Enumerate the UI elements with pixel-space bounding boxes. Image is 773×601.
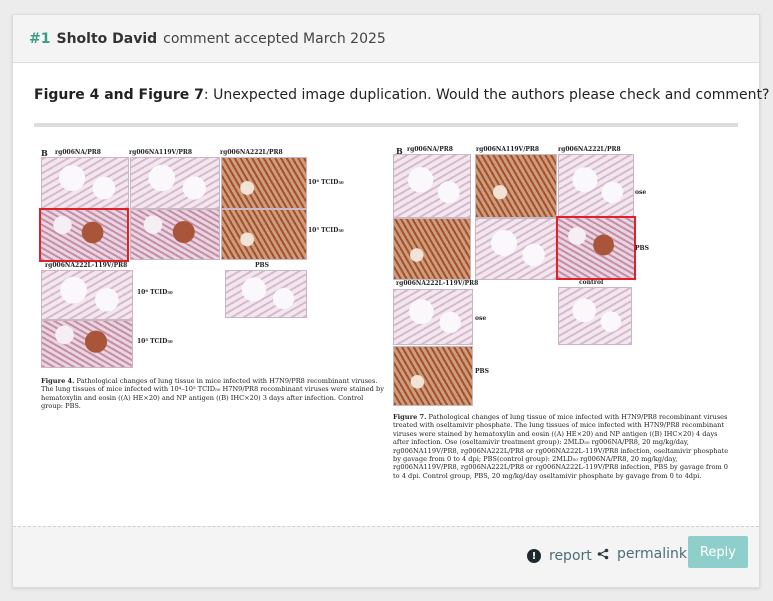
fig7-col-label-2: rg006NA119V/PR8 xyxy=(476,146,540,153)
share-icon xyxy=(597,548,609,560)
fig7-caption-text: Pathological changes of lung tissue of m… xyxy=(393,413,729,480)
fig7-tile-control xyxy=(558,287,632,345)
fig7-tile-r2c3-duplicated xyxy=(556,216,636,280)
fig7-side-label-4: PBS xyxy=(475,368,489,375)
fig7-tile-r1c3 xyxy=(558,154,634,218)
fig7-side-label-3: ose xyxy=(475,315,487,322)
fig7-tile-r1c2 xyxy=(475,154,557,218)
comment-card: #1 Sholto David comment accepted March 2… xyxy=(12,14,769,588)
fig7-col-label-3: rg006NA222L/PR8 xyxy=(558,146,621,153)
fig7-tile-r3c1 xyxy=(393,289,473,345)
fig7-tile-r2c1 xyxy=(393,218,471,280)
figure-7: B rg006NA/PR8 rg006NA119V/PR8 rg006NA222… xyxy=(13,15,759,515)
permalink-link[interactable]: permalink xyxy=(597,546,687,562)
fig7-tile-r1c1 xyxy=(393,154,471,218)
fig7-tile-r2c2 xyxy=(475,218,557,280)
comment-footer: ! report permalink Reply xyxy=(13,526,759,587)
fig7-side-label-1: ose xyxy=(635,189,647,196)
fig7-row2-label: rg006NA222L-119V/PR8 xyxy=(396,280,479,287)
fig7-caption: Figure 7. Pathological changes of lung t… xyxy=(393,413,733,480)
fig7-control-label: control xyxy=(579,279,604,286)
warning-circle-icon: ! xyxy=(527,549,541,563)
report-label: report xyxy=(549,548,592,564)
permalink-label: permalink xyxy=(617,546,687,562)
fig7-tile-r4c1 xyxy=(393,346,473,406)
fig7-caption-label: Figure 7. xyxy=(393,413,427,421)
fig7-col-label-1: rg006NA/PR8 xyxy=(407,146,453,153)
reply-button[interactable]: Reply xyxy=(688,536,748,568)
report-link[interactable]: ! report xyxy=(527,548,592,564)
fig7-side-label-2: PBS xyxy=(635,245,649,252)
